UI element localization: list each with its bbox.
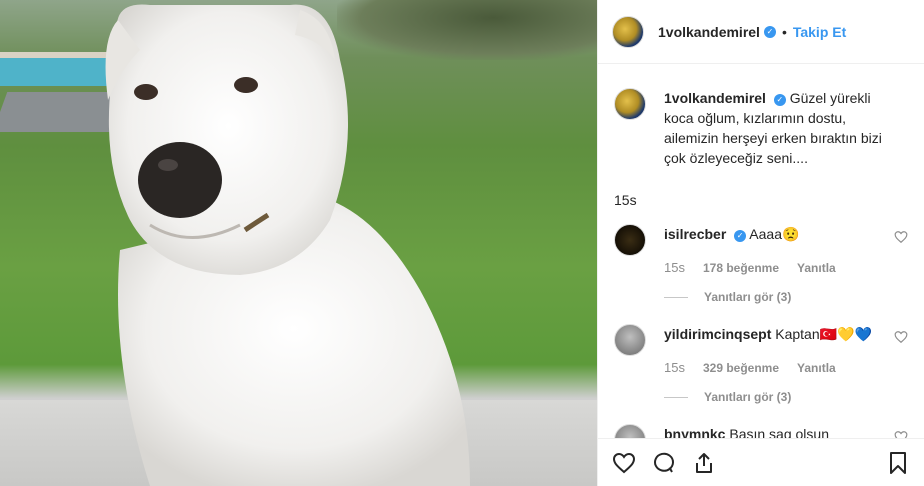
commenter-avatar[interactable] bbox=[614, 324, 646, 356]
caption-author-avatar[interactable] bbox=[614, 88, 646, 120]
comment-icon[interactable] bbox=[652, 451, 676, 475]
replies-divider bbox=[664, 396, 688, 398]
comment-body: yildirimcinqsept Kaptan🇹🇷💛💙 15s 329 beğe… bbox=[664, 324, 884, 378]
bookmark-icon[interactable] bbox=[886, 451, 910, 475]
comment-item: yildirimcinqsept Kaptan🇹🇷💛💙 15s 329 beğe… bbox=[614, 324, 908, 378]
comment-username[interactable]: yildirimcinqsept bbox=[664, 326, 771, 342]
comment-body: bnymnkc Basın sag olsun bbox=[664, 424, 884, 438]
comment-username[interactable]: isilrecber bbox=[664, 226, 726, 242]
heart-icon[interactable] bbox=[612, 451, 636, 475]
view-replies-link[interactable]: Yanıtları gör (3) bbox=[664, 390, 908, 404]
comment-meta: 15s 178 beğenme Yanıtla bbox=[664, 258, 884, 278]
post-caption: 1volkandemirel ✓ Güzel yürekli koca oğlu… bbox=[614, 64, 908, 168]
post-actions-bar bbox=[598, 438, 924, 486]
verified-badge-icon: ✓ bbox=[763, 25, 776, 38]
caption-timestamp[interactable]: 15s bbox=[614, 168, 908, 208]
view-replies-label: Yanıtları gör (3) bbox=[704, 290, 792, 304]
comment-likes[interactable]: 178 beğenme bbox=[703, 258, 779, 278]
verified-badge-icon: ✓ bbox=[773, 94, 786, 106]
reply-button[interactable]: Yanıtla bbox=[797, 258, 836, 278]
comment-body: isilrecber ✓ Aaaa😟 15s 178 beğenme Yanıt… bbox=[664, 224, 884, 278]
comment-text: Basın sag olsun bbox=[729, 426, 829, 438]
comment-likes[interactable]: 329 beğenme bbox=[703, 358, 779, 378]
replies-divider bbox=[664, 296, 688, 298]
verified-badge-icon: ✓ bbox=[734, 230, 747, 242]
comment-time[interactable]: 15s bbox=[664, 258, 685, 278]
author-username[interactable]: 1volkandemirel bbox=[658, 24, 760, 40]
comment-heart-icon[interactable] bbox=[894, 430, 908, 438]
caption-text-block: 1volkandemirel ✓ Güzel yürekli koca oğlu… bbox=[664, 88, 904, 168]
comment-heart-icon[interactable] bbox=[894, 330, 908, 344]
white-dog-illustration bbox=[105, 4, 470, 486]
comment-item: isilrecber ✓ Aaaa😟 15s 178 beğenme Yanıt… bbox=[614, 224, 908, 278]
comment-item: bnymnkc Basın sag olsun bbox=[614, 424, 908, 438]
caption-username[interactable]: 1volkandemirel bbox=[664, 90, 766, 106]
post-sidebar: 1volkandemirel ✓ • Takip Et 1volkandemir… bbox=[597, 0, 924, 486]
post-photo[interactable] bbox=[0, 0, 597, 486]
comment-meta: 15s 329 beğenme Yanıtla bbox=[664, 358, 884, 378]
comment-text: Aaaa😟 bbox=[749, 226, 800, 242]
comment-time[interactable]: 15s bbox=[664, 358, 685, 378]
author-avatar[interactable] bbox=[612, 15, 644, 48]
commenter-avatar[interactable] bbox=[614, 424, 646, 438]
comment-username[interactable]: bnymnkc bbox=[664, 426, 725, 438]
share-icon[interactable] bbox=[692, 451, 716, 475]
reply-button[interactable]: Yanıtla bbox=[797, 358, 836, 378]
comments-list[interactable]: 1volkandemirel ✓ Güzel yürekli koca oğlu… bbox=[598, 64, 924, 438]
comment-text: Kaptan🇹🇷💛💙 bbox=[775, 326, 872, 342]
post-header: 1volkandemirel ✓ • Takip Et bbox=[598, 0, 924, 64]
view-replies-link[interactable]: Yanıtları gör (3) bbox=[664, 290, 908, 304]
separator-dot: • bbox=[781, 23, 787, 40]
follow-button[interactable]: Takip Et bbox=[793, 24, 846, 40]
comment-heart-icon[interactable] bbox=[894, 230, 908, 244]
commenter-avatar[interactable] bbox=[614, 224, 646, 256]
view-replies-label: Yanıtları gör (3) bbox=[704, 390, 792, 404]
